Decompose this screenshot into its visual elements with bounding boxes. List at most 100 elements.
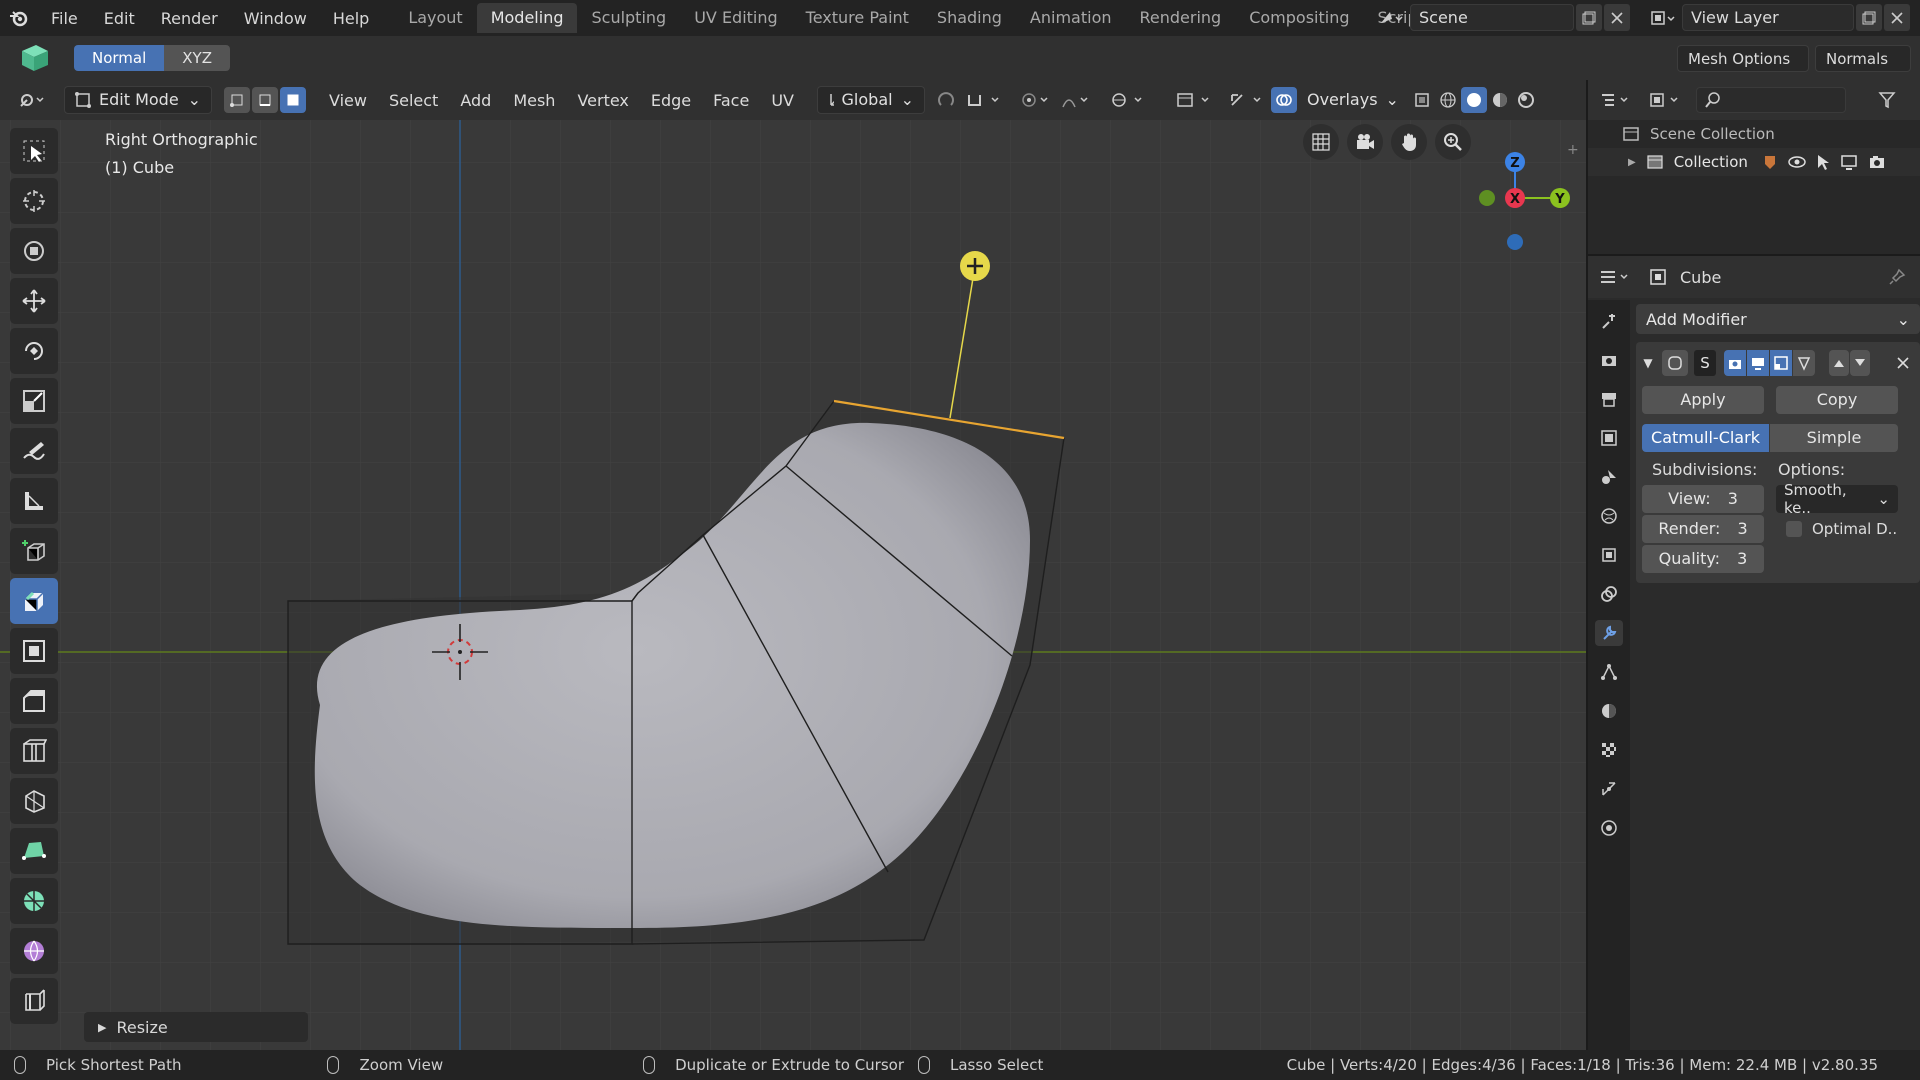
tool-tab-icon[interactable] [1595,308,1623,334]
move-up-icon[interactable] [1829,350,1849,376]
menu-render[interactable]: Render [148,9,231,28]
editmode-display-icon[interactable] [1770,350,1792,376]
overlays-dropdown[interactable]: Overlays ⌄ [1297,86,1409,114]
view-layer-tab-icon[interactable] [1595,425,1623,451]
menu-vertex[interactable]: Vertex [566,91,639,110]
active-tool-icon[interactable] [18,41,52,75]
spin-tool-icon[interactable] [10,878,58,924]
collection-row[interactable]: ▶ Collection [1588,148,1920,176]
smooth-tool-icon[interactable] [10,928,58,974]
measure-tool-icon[interactable] [10,478,58,524]
delete-view-layer-icon[interactable] [1884,4,1910,31]
view-layer-browse-icon[interactable] [1644,5,1682,31]
display-mode-icon[interactable] [1646,87,1686,113]
grid-view-icon[interactable] [1303,124,1339,160]
xyz-toggle[interactable]: XYZ [164,45,230,71]
material-shading-icon[interactable] [1487,87,1513,113]
tab-layout[interactable]: Layout [394,3,476,33]
properties-editor-type-icon[interactable] [1596,264,1636,290]
move-tool-icon[interactable] [10,278,58,324]
expand-arrow-icon[interactable]: ▶ [1628,157,1636,168]
pin-icon[interactable] [1888,268,1906,286]
gizmos-icon[interactable] [1225,87,1271,113]
extrude-region-tool-icon[interactable] [10,578,58,624]
mode-dropdown[interactable]: Edit Mode ⌄ [64,86,212,114]
add-region-icon[interactable]: + [1567,142,1579,158]
view-layer-field[interactable]: View Layer [1682,4,1854,31]
scene-name-field[interactable]: Scene [1410,4,1574,31]
menu-face[interactable]: Face [702,91,760,110]
menu-select[interactable]: Select [378,91,449,110]
falloff-icon[interactable] [1059,87,1099,113]
edit-cage-icon[interactable] [1724,350,1746,376]
menu-window[interactable]: Window [231,9,320,28]
normals-dropdown[interactable]: Normals ⌄ [1815,45,1911,95]
snap-icon[interactable] [963,87,1009,113]
texture-tab-icon[interactable] [1595,737,1623,763]
menu-edge[interactable]: Edge [640,91,702,110]
normal-toggle[interactable]: Normal [74,45,165,71]
modifier-name-field[interactable]: S [1694,350,1716,376]
optimal-display-checkbox[interactable] [1786,521,1802,537]
cursor-tool-icon[interactable] [10,178,58,224]
face-select-icon[interactable] [280,87,306,113]
poly-build-tool-icon[interactable] [10,828,58,874]
object-gizmo-icon[interactable] [1109,87,1153,113]
tab-modeling[interactable]: Modeling [476,3,578,33]
solid-shading-icon[interactable] [1460,87,1487,113]
realtime-icon[interactable] [1747,350,1769,376]
catmull-clark-button[interactable]: Catmull-Clark [1642,424,1769,452]
inset-faces-tool-icon[interactable] [10,628,58,674]
data-tab-icon[interactable] [1595,776,1623,802]
new-scene-icon[interactable] [1576,4,1602,31]
tab-compositing[interactable]: Compositing [1235,3,1363,33]
render-camera-icon[interactable] [1868,153,1886,171]
on-cage-icon[interactable] [1793,350,1815,376]
menu-help[interactable]: Help [320,9,382,28]
particles-tab-icon[interactable] [1595,659,1623,685]
menu-view[interactable]: View [318,91,378,110]
select-box-tool-icon[interactable] [10,128,58,174]
simple-button[interactable]: Simple [1770,424,1898,452]
menu-add[interactable]: Add [449,91,502,110]
copy-button[interactable]: Copy [1776,386,1898,414]
edge-slide-tool-icon[interactable] [10,978,58,1024]
filter-icon[interactable] [1874,87,1900,113]
material-tab-icon[interactable] [1595,815,1623,841]
proportional-edit-icon[interactable] [1019,87,1059,113]
outliner-editor-type-icon[interactable] [1596,87,1636,113]
bevel-tool-icon[interactable] [10,678,58,724]
eye-icon[interactable] [1787,153,1806,171]
wireframe-shading-icon[interactable] [1435,87,1461,113]
output-tab-icon[interactable] [1595,386,1623,412]
move-down-icon[interactable] [1850,350,1870,376]
3d-viewport[interactable]: Right Orthographic (1) Cube Z X Y + [0,120,1586,1050]
new-view-layer-icon[interactable] [1856,4,1882,31]
editor-type-icon[interactable] [12,87,54,113]
viewport-disable-icon[interactable] [1840,153,1858,171]
delete-scene-icon[interactable] [1604,4,1630,31]
render-tab-icon[interactable] [1595,347,1623,373]
transform-tool-icon[interactable] [10,228,58,274]
uv-smooth-dropdown[interactable]: Smooth, ke.. ⌄ [1776,481,1898,517]
resize-operator-panel[interactable]: ▶ Resize [84,1012,308,1042]
pivot-icon[interactable] [933,87,959,113]
xray-icon[interactable] [1409,87,1435,113]
add-cube-tool-icon[interactable] [10,528,58,574]
physics-tab-icon[interactable] [1595,698,1623,724]
render-levels-field[interactable]: Render: 3 [1642,515,1764,543]
world-tab-icon[interactable] [1595,503,1623,529]
mesh-options-dropdown[interactable]: Mesh Options ⌄ [1677,45,1809,95]
view-levels-field[interactable]: View: 3 [1642,485,1764,513]
rotate-tool-icon[interactable] [10,328,58,374]
visibility-filter-icon[interactable] [1173,87,1219,113]
tab-shading[interactable]: Shading [923,3,1016,33]
camera-view-icon[interactable] [1347,124,1383,160]
outliner-search-field[interactable] [1696,87,1846,113]
tab-rendering[interactable]: Rendering [1126,3,1236,33]
navigation-gizmo[interactable]: Z X Y [1452,130,1582,260]
pan-view-icon[interactable] [1391,124,1427,160]
menu-mesh[interactable]: Mesh [502,91,566,110]
select-arrow-icon[interactable] [1816,153,1830,171]
quality-field[interactable]: Quality: 3 [1642,545,1764,573]
